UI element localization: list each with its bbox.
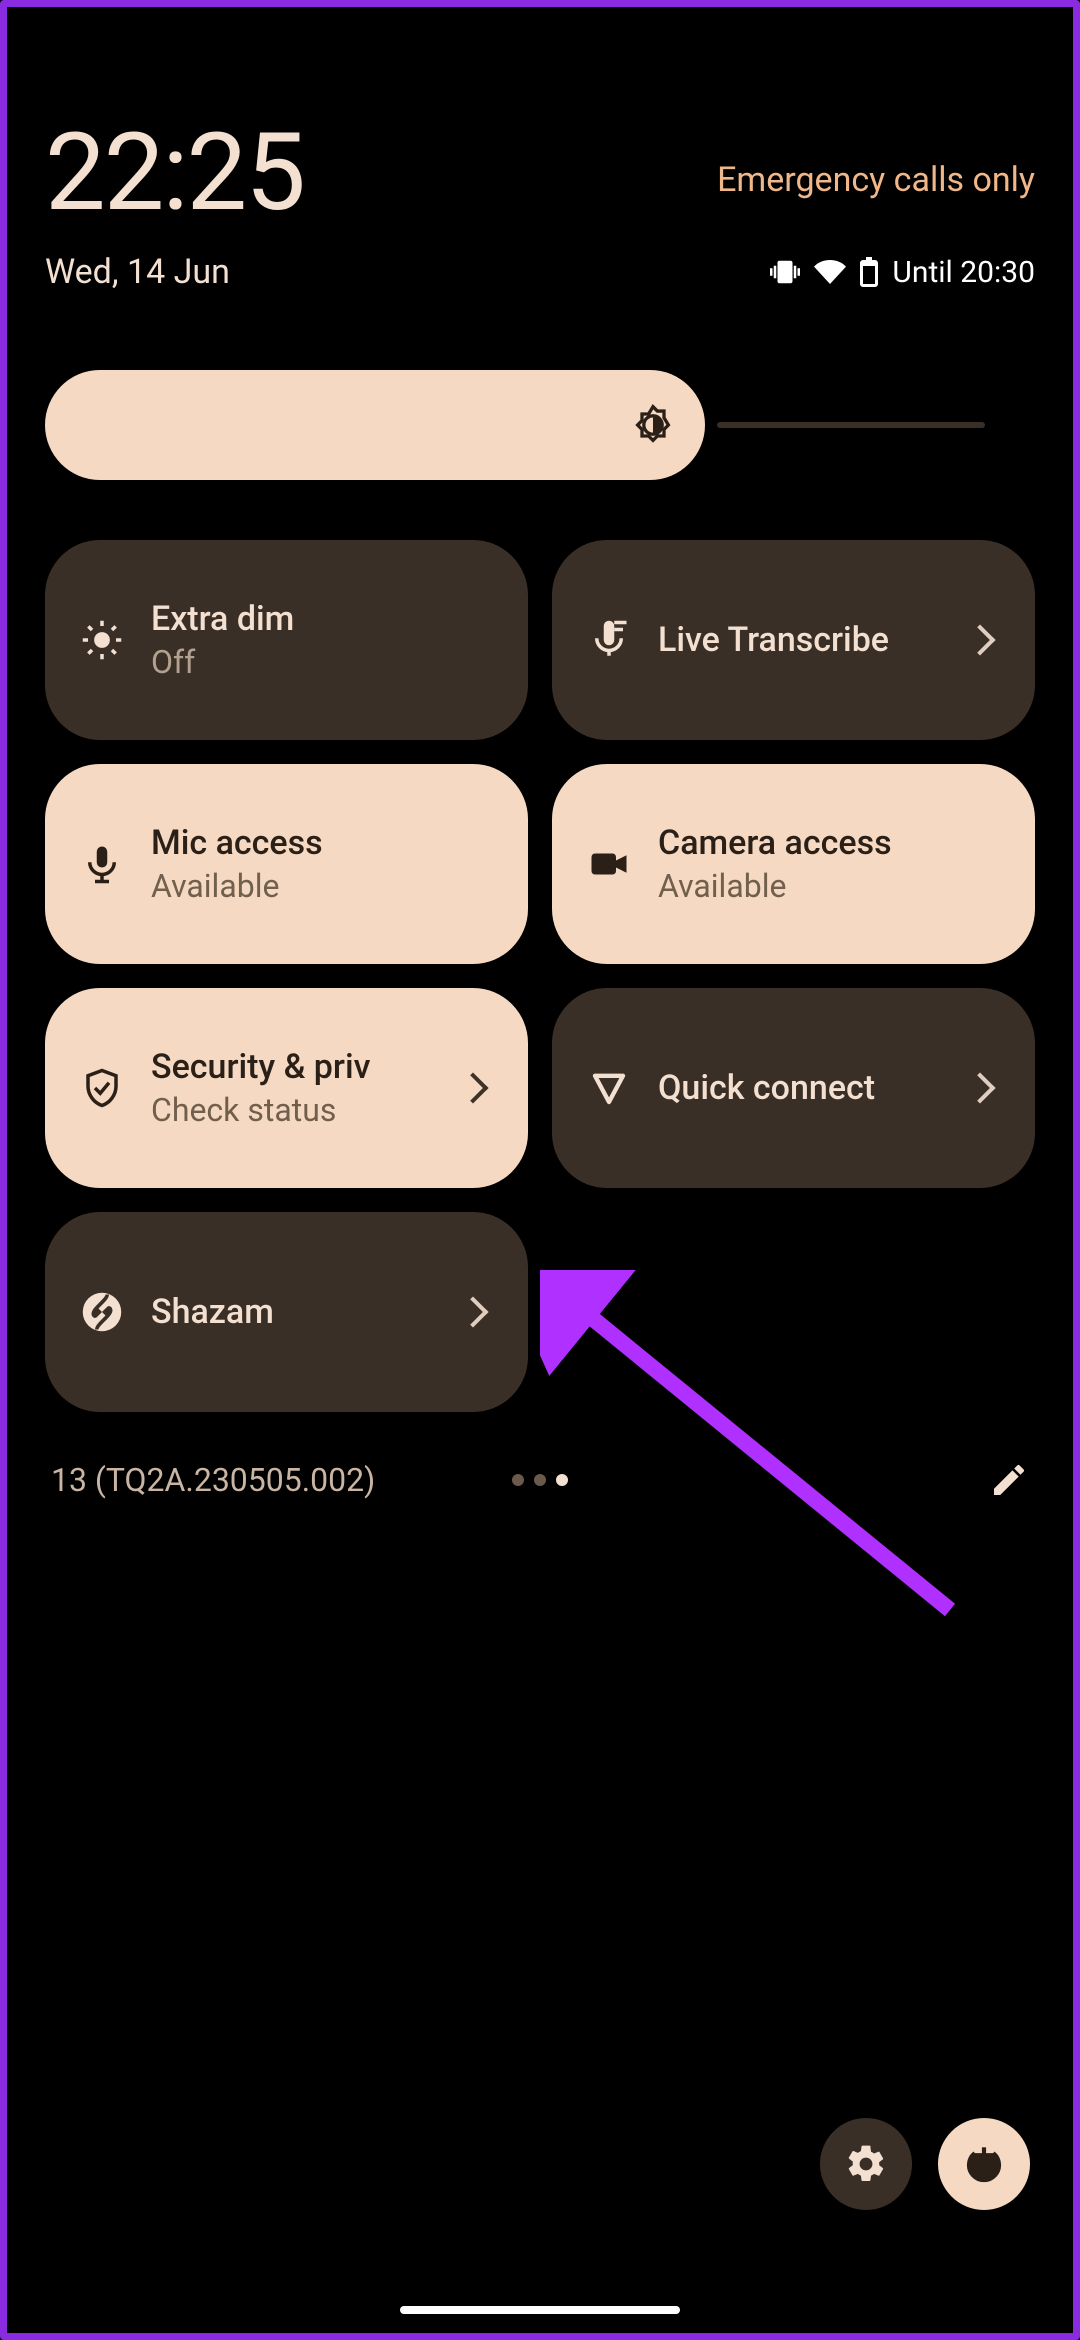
chevron-right-icon [457,1072,488,1103]
edit-icon[interactable] [989,1460,1029,1500]
network-status: Emergency calls only [717,160,1035,200]
vibrate-icon [770,257,800,287]
tile-label: Live Transcribe [658,620,941,660]
tile-security-privacy[interactable]: Security & priv Check status [45,988,528,1188]
tile-sub: Available [658,867,999,905]
battery-until-label: Until 20:30 [892,255,1035,290]
battery-icon [860,257,878,287]
power-button[interactable] [938,2118,1030,2210]
tile-label: Mic access [151,823,492,863]
tile-camera-access[interactable]: Camera access Available [552,764,1035,964]
nav-handle[interactable] [400,2306,680,2314]
wifi-icon [814,256,846,288]
gear-icon [844,2142,888,2186]
settings-button[interactable] [820,2118,912,2210]
tile-sub: Off [151,643,492,681]
tile-label: Camera access [658,823,999,863]
tile-mic-access[interactable]: Mic access Available [45,764,528,964]
date-label: Wed, 14 Jun [45,252,230,292]
tile-sub: Check status [151,1091,434,1129]
quick-settings-tiles: Extra dim Off Live Transcribe Mic access… [45,540,1035,1412]
brightness-icon [81,619,123,661]
tile-label: Shazam [151,1292,434,1332]
mic-lines-icon [588,619,630,661]
tile-live-transcribe[interactable]: Live Transcribe [552,540,1035,740]
video-icon [588,843,630,885]
page-indicator [512,1474,568,1486]
tile-label: Extra dim [151,599,492,639]
brightness-slider[interactable] [45,370,1035,480]
tile-sub: Available [151,867,492,905]
chevron-right-icon [964,624,995,655]
tile-quick-connect[interactable]: Quick connect [552,988,1035,1188]
status-bar: Until 20:30 [770,255,1035,290]
tile-shazam[interactable]: Shazam [45,1212,528,1412]
shield-check-icon [81,1067,123,1109]
nav-triangle-icon [588,1067,630,1109]
brightness-icon [631,403,675,447]
shazam-icon [81,1291,123,1333]
mic-icon [81,843,123,885]
clock-time: 22:25 [45,110,304,236]
tile-label: Quick connect [658,1068,941,1108]
build-number: 13 (TQ2A.230505.002) [51,1461,375,1499]
chevron-right-icon [964,1072,995,1103]
power-icon [964,2144,1004,2184]
chevron-right-icon [457,1296,488,1327]
tile-extra-dim[interactable]: Extra dim Off [45,540,528,740]
tile-label: Security & priv [151,1047,434,1087]
